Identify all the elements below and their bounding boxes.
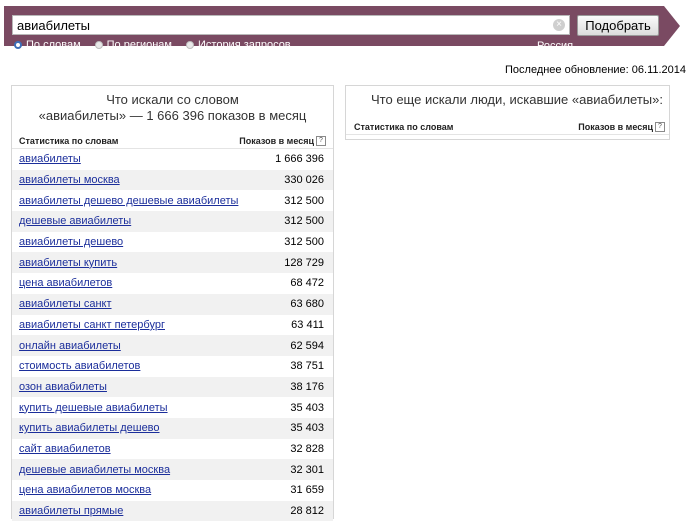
impressions-count: 68 472 [290,277,324,290]
phrase-link[interactable]: озон авиабилеты [19,381,107,393]
mode-label: По регионам [106,39,172,51]
impressions-count: 35 403 [290,422,324,435]
table-row: дешевые авиабилеты 312 500 [12,211,333,232]
table-row: авиабилеты дешево 312 500 [12,231,333,253]
table-row: цена авиабилетов 68 472 [12,273,333,294]
table-row: онлайн авиабилеты 62 594 [12,335,333,356]
impressions-count: 1 666 396 [275,153,324,166]
phrase-link[interactable]: онлайн авиабилеты [19,340,121,352]
impressions-count: 312 500 [284,236,324,249]
table-row: дешевые авиабилеты москва 32 301 [12,459,333,480]
region-link[interactable]: Россия [537,40,573,52]
radio-icon[interactable] [94,41,103,49]
mode-label: По словам [26,39,81,51]
column-count-header: Показов в месяц? [239,136,326,147]
panel-title: Что искали со словом «авиабилеты» — 1 66… [12,92,333,124]
phrase-link[interactable]: авиабилеты москва [19,174,120,186]
radio-icon[interactable] [186,41,194,49]
table-row: цена авиабилетов москва 31 659 [12,480,333,501]
phrase-link[interactable]: авиабилеты дешево [19,236,123,248]
table-row: авиабилеты москва 330 026 [12,169,333,191]
search-bar-arrow [664,6,680,46]
table-row: авиабилеты прямые 28 812 [12,500,333,521]
search-bar: × Подобрать По словам По регионам Истори… [4,6,664,52]
panel-title-line1: Что искали со словом [106,92,239,107]
phrase-link[interactable]: купить дешевые авиабилеты [19,402,168,414]
table-row: авиабилеты дешево дешевые авиабилеты 312 … [12,190,333,212]
related-column-phrase-header: Статистика по словам [354,122,454,132]
last-update: Последнее обновление: 06.11.2014 [505,64,687,76]
phrase-link[interactable]: авиабилеты прямые [19,505,123,517]
phrase-link[interactable]: стоимость авиабилетов [19,360,140,372]
help-icon[interactable]: ? [316,136,326,147]
impressions-count: 28 812 [290,505,324,518]
mode-label: История запросов [198,39,291,51]
table-row: купить авиабилеты дешево 35 403 [12,417,333,439]
phrase-link[interactable]: авиабилеты купить [19,257,117,269]
radio-selected-icon[interactable] [14,41,22,49]
phrase-link[interactable]: купить авиабилеты дешево [19,422,160,434]
table-row: сайт авиабилетов 32 828 [12,438,333,460]
phrase-link[interactable]: дешевые авиабилеты [19,215,131,227]
related-stats-panel: Что еще искали люди, искавшие «авиабилет… [345,85,670,140]
related-column-count-header: Показов в месяц? [578,122,665,133]
mode-history[interactable]: История запросов [186,39,291,51]
related-panel-title: Что еще искали люди, искавшие «авиабилет… [371,92,663,107]
phrase-link[interactable]: авиабилеты дешево дешевые авиабилеты [19,195,238,207]
impressions-count: 35 403 [290,401,324,414]
column-header: Статистика по словам Показов в месяц? [12,134,333,149]
table-row: озон авиабилеты 38 176 [12,376,333,398]
phrase-link[interactable]: авиабилеты санкт [19,298,112,310]
mode-by-words[interactable]: По словам [14,39,81,51]
table-row: стоимость авиабилетов 38 751 [12,355,333,377]
phrase-link[interactable]: сайт авиабилетов [19,443,111,455]
impressions-count: 32 301 [290,463,324,476]
phrase-link[interactable]: авиабилеты [19,153,81,165]
phrase-link[interactable]: цена авиабилетов [19,277,112,289]
impressions-count: 312 500 [284,215,324,228]
submit-button[interactable]: Подобрать [577,15,659,36]
related-column-header: Статистика по словам Показов в месяц? [346,120,669,135]
impressions-count: 330 026 [284,174,324,187]
search-input[interactable] [12,15,570,35]
word-stats-list: авиабилеты 1 666 396 авиабилеты москва 330 … [12,149,333,521]
impressions-count: 31 659 [290,484,324,497]
impressions-count: 312 500 [284,194,324,207]
phrase-link[interactable]: дешевые авиабилеты москва [19,464,170,476]
table-row: авиабилеты санкт петербург 63 411 [12,314,333,336]
table-row: авиабилеты санкт 63 680 [12,293,333,315]
impressions-count: 38 176 [290,380,324,393]
help-icon[interactable]: ? [655,122,665,133]
impressions-count: 62 594 [290,339,324,352]
impressions-count: 63 680 [290,298,324,311]
search-mode-group: По словам По регионам История запросов [14,39,291,51]
impressions-count: 32 828 [290,442,324,455]
impressions-count: 63 411 [291,318,324,331]
impressions-count: 38 751 [290,360,324,373]
table-row: авиабилеты купить 128 729 [12,252,333,274]
clear-icon[interactable]: × [553,19,565,31]
word-stats-panel: Что искали со словом «авиабилеты» — 1 66… [11,85,334,521]
phrase-link[interactable]: авиабилеты санкт петербург [19,319,165,331]
panel-title-line2: «авиабилеты» — 1 666 396 показов в месяц [38,108,307,123]
phrase-link[interactable]: цена авиабилетов москва [19,484,151,496]
table-row: авиабилеты 1 666 396 [12,149,333,170]
impressions-count: 128 729 [284,256,324,269]
mode-by-regions[interactable]: По регионам [94,39,172,51]
column-phrase-header: Статистика по словам [19,136,119,146]
table-row: купить дешевые авиабилеты 35 403 [12,397,333,418]
